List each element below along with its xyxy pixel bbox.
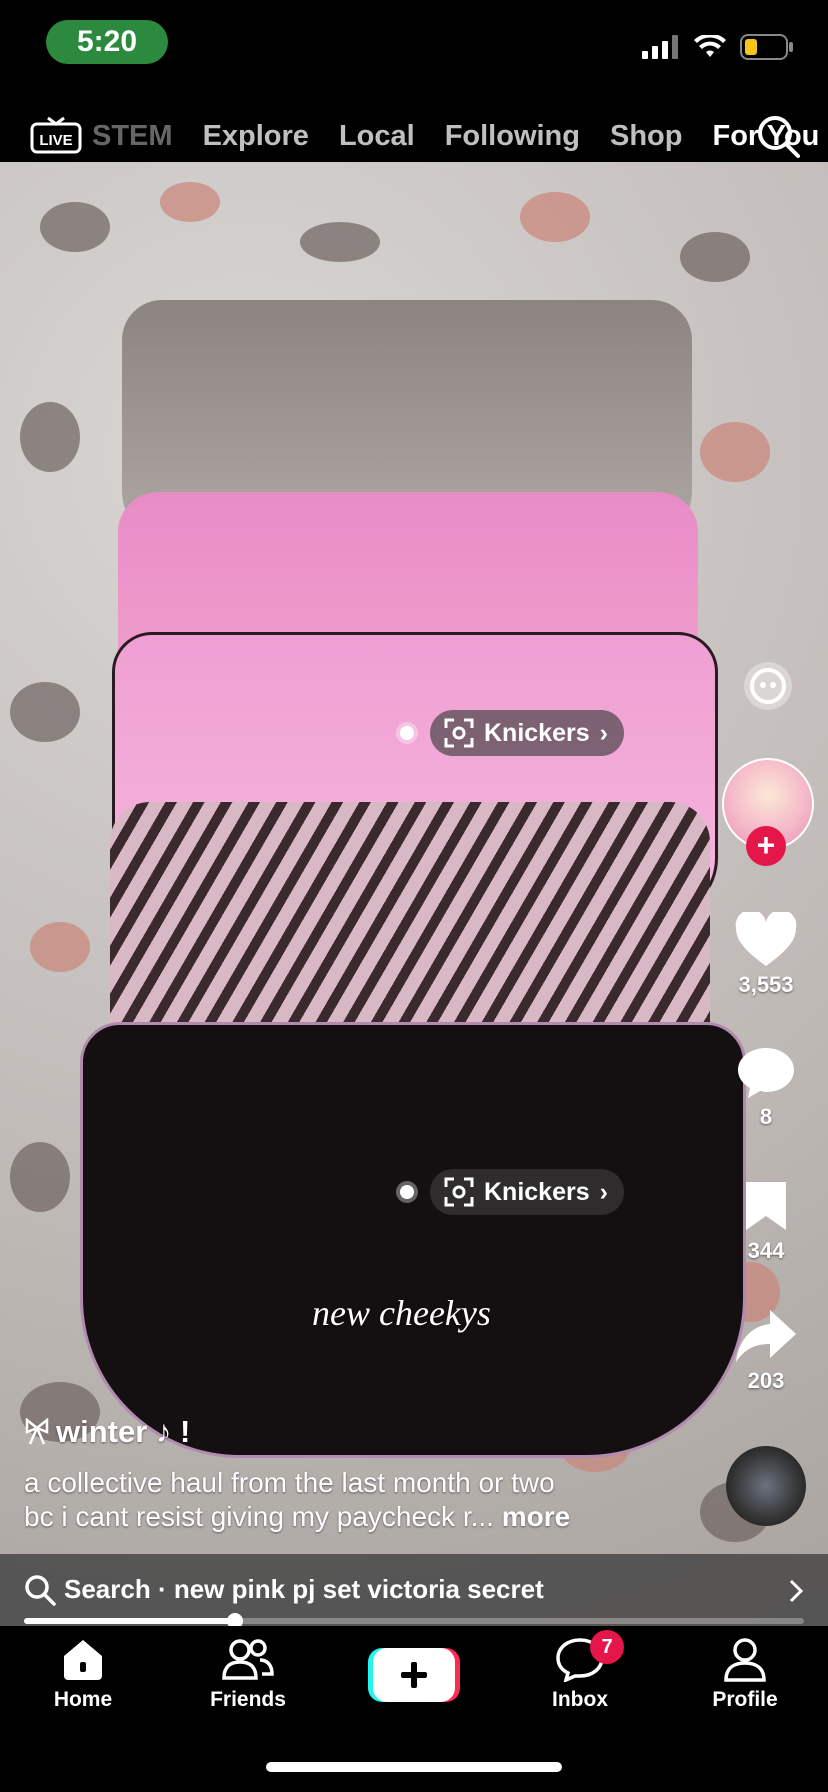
nav-home[interactable]: Home — [13, 1636, 153, 1712]
chevron-right-icon: › — [599, 1177, 608, 1206]
background-spot — [40, 202, 110, 252]
product-tag-label: Knickers — [484, 718, 590, 747]
more-link[interactable]: more — [502, 1501, 570, 1532]
background-spot — [300, 222, 380, 262]
friends-icon — [222, 1639, 274, 1680]
background-spot — [20, 402, 80, 472]
nav-friends[interactable]: Friends — [178, 1636, 318, 1712]
like-action[interactable]: 3,553 — [718, 912, 814, 998]
sound-disc[interactable] — [726, 1446, 806, 1526]
profile-icon — [724, 1638, 766, 1682]
heart-icon — [735, 912, 797, 966]
scan-icon — [444, 718, 474, 748]
feed-tabs: STEM Explore Local Following Shop For Yo… — [92, 120, 819, 173]
username-text: winter ♪ ! — [56, 1414, 191, 1449]
save-action[interactable]: 344 — [718, 1178, 814, 1264]
product-tag-dot — [400, 1185, 414, 1199]
search-suggestion-text: Search · new pink pj set victoria secret — [64, 1574, 544, 1604]
search-icon — [25, 1575, 56, 1606]
product-tag[interactable]: Knickers › — [430, 1169, 624, 1215]
creator-username[interactable]: winter ♪ ! — [24, 1414, 190, 1450]
product-tag-dot — [400, 726, 414, 740]
description-line: bc i cant resist giving my paycheck r... — [24, 1501, 494, 1532]
save-count: 344 — [747, 1238, 785, 1263]
comment-icon — [738, 1048, 794, 1098]
background-spot — [680, 232, 750, 282]
post-description[interactable]: a collective haul from the last month or… — [24, 1466, 644, 1534]
inbox-badge: 7 — [590, 1630, 624, 1664]
ai-assistant-icon[interactable] — [742, 660, 794, 712]
tab-explore[interactable]: Explore — [203, 120, 309, 153]
video-overlay-text: new cheekys — [312, 1293, 491, 1333]
wifi-icon — [694, 35, 726, 57]
nav-inbox-label: Inbox — [552, 1688, 608, 1711]
home-indicator — [266, 1762, 562, 1772]
like-count: 3,553 — [738, 972, 794, 997]
background-spot — [520, 192, 590, 242]
live-icon[interactable]: LIVE — [30, 116, 82, 154]
live-label: LIVE — [39, 132, 72, 149]
battery-icon — [740, 34, 793, 60]
comment-action[interactable]: 8 — [718, 1044, 814, 1130]
top-nav: LIVE STEM Explore Local Following Shop F… — [0, 92, 828, 173]
description-line: a collective haul from the last month or… — [24, 1467, 555, 1498]
bow-icon — [25, 1418, 49, 1445]
tab-stem[interactable]: STEM — [92, 120, 173, 153]
background-spot — [10, 682, 80, 742]
nav-home-label: Home — [53, 1688, 113, 1711]
status-time: 5:20 — [46, 20, 168, 64]
video-player[interactable]: new cheekys Knickers › Knickers › — [0, 162, 828, 1626]
status-bar: 5:20 — [0, 0, 828, 92]
scan-icon — [444, 1177, 474, 1207]
search-suggestion-bar[interactable]: Search · new pink pj set victoria secret — [0, 1554, 828, 1626]
status-icons — [642, 34, 794, 60]
garment-black — [80, 1022, 746, 1458]
product-tag[interactable]: Knickers › — [430, 710, 624, 756]
bookmark-icon — [746, 1182, 786, 1230]
background-spot — [700, 422, 770, 482]
background-spot — [30, 922, 90, 972]
tab-local[interactable]: Local — [339, 120, 415, 153]
nav-profile[interactable]: Profile — [675, 1636, 815, 1712]
follow-button[interactable]: + — [746, 826, 786, 866]
comment-count: 8 — [759, 1104, 773, 1129]
background-spot — [10, 1142, 70, 1212]
signal-icon — [642, 35, 678, 59]
nav-friends-label: Friends — [210, 1688, 286, 1711]
product-tag-label: Knickers — [484, 1177, 590, 1206]
nav-profile-label: Profile — [712, 1688, 778, 1711]
create-button[interactable] — [368, 1648, 460, 1702]
tab-following[interactable]: Following — [445, 120, 580, 153]
chevron-right-icon: › — [599, 718, 608, 747]
share-action[interactable]: 203 — [718, 1308, 814, 1394]
share-icon — [736, 1310, 796, 1362]
nav-inbox[interactable]: Inbox — [510, 1636, 650, 1712]
home-icon — [64, 1640, 102, 1680]
search-icon[interactable] — [756, 114, 800, 158]
background-spot — [160, 182, 220, 222]
video-progress-bar[interactable] — [24, 1613, 804, 1629]
chevron-right-icon — [789, 1579, 804, 1603]
progress-fill — [24, 1618, 235, 1624]
tab-shop[interactable]: Shop — [610, 120, 683, 153]
share-count: 203 — [747, 1368, 785, 1393]
